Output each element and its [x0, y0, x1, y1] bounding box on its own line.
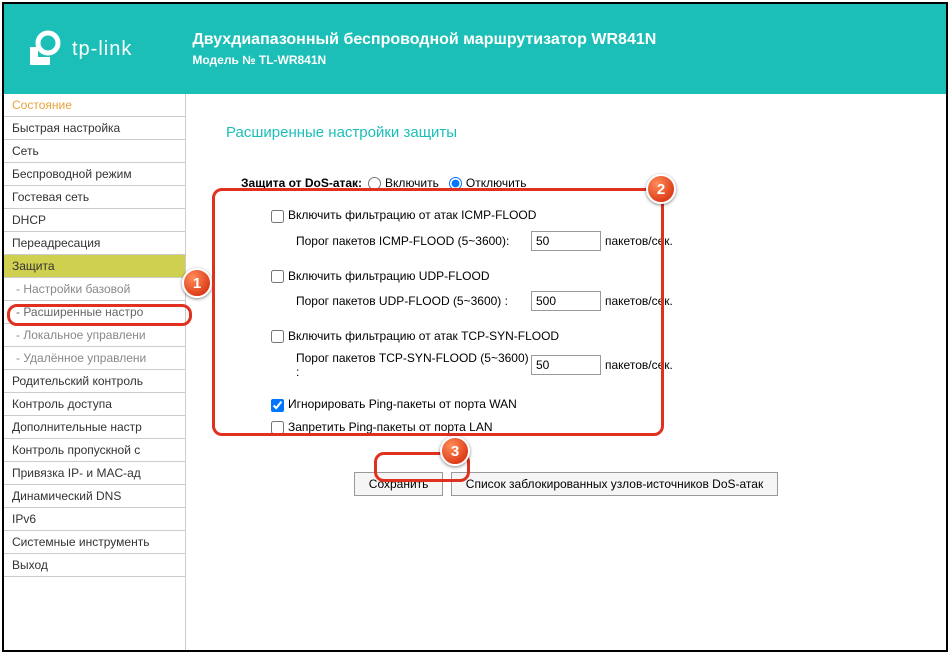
nav-item-19[interactable]: Системные инструменть — [4, 531, 185, 554]
nav-item-0[interactable]: Состояние — [4, 94, 185, 117]
lan-ping-checkbox[interactable] — [271, 421, 284, 434]
brand-text: tp-link — [72, 38, 132, 61]
page-title: Расширенные настройки защиты — [226, 124, 906, 141]
icmp-thresh-label: Порог пакетов ICMP-FLOOD (5~3600): — [296, 234, 531, 248]
udp-thresh-input[interactable] — [531, 291, 601, 311]
blocked-list-button[interactable]: Список заблокированных узлов-источников … — [451, 472, 778, 496]
tcp-thresh-label: Порог пакетов TCP-SYN-FLOOD (5~3600) : — [296, 351, 531, 379]
lan-ping-option[interactable]: Запретить Ping-пакеты от порта LAN — [271, 420, 493, 434]
model-number: Модель № TL-WR841N — [192, 53, 656, 67]
nav-item-15[interactable]: Контроль пропускной с — [4, 439, 185, 462]
nav-item-12[interactable]: Родительский контроль — [4, 370, 185, 393]
nav-item-11[interactable]: - Удалённое управлени — [4, 347, 185, 370]
nav-item-13[interactable]: Контроль доступа — [4, 393, 185, 416]
nav-item-7[interactable]: Защита — [4, 255, 185, 278]
save-button[interactable]: Сохранить — [354, 472, 444, 496]
header-info: Двухдиапазонный беспроводной маршрутизат… — [192, 31, 656, 67]
tcp-filter-option[interactable]: Включить фильтрацию от атак TCP-SYN-FLOO… — [271, 329, 559, 343]
product-title: Двухдиапазонный беспроводной маршрутизат… — [192, 31, 656, 49]
settings-block: Защита от DoS-атак: Включить Отключить В… — [226, 166, 906, 452]
nav-item-5[interactable]: DHCP — [4, 209, 185, 232]
nav-item-1[interactable]: Быстрая настройка — [4, 117, 185, 140]
tplink-logo-icon — [24, 29, 64, 69]
udp-thresh-label: Порог пакетов UDP-FLOOD (5~3600) : — [296, 294, 531, 308]
udp-filter-checkbox[interactable] — [271, 270, 284, 283]
nav-item-9[interactable]: - Расширенные настро — [4, 301, 185, 324]
nav-item-8[interactable]: - Настройки базовой — [4, 278, 185, 301]
nav-item-2[interactable]: Сеть — [4, 140, 185, 163]
udp-unit: пакетов/сек. — [605, 294, 673, 308]
icmp-unit: пакетов/сек. — [605, 234, 673, 248]
icmp-thresh-input[interactable] — [531, 231, 601, 251]
icmp-filter-option[interactable]: Включить фильтрацию от атак ICMP-FLOOD — [271, 208, 536, 222]
nav-item-14[interactable]: Дополнительные настр — [4, 416, 185, 439]
nav-item-6[interactable]: Переадресация — [4, 232, 185, 255]
header: tp-link Двухдиапазонный беспроводной мар… — [4, 4, 946, 94]
tcp-unit: пакетов/сек. — [605, 358, 673, 372]
sidebar: СостояниеБыстрая настройкаСетьБеспроводн… — [4, 94, 186, 650]
dos-disable-option[interactable]: Отключить — [449, 176, 527, 190]
tcp-thresh-input[interactable] — [531, 355, 601, 375]
nav-item-16[interactable]: Привязка IP- и MAC-ад — [4, 462, 185, 485]
nav-item-17[interactable]: Динамический DNS — [4, 485, 185, 508]
nav-item-4[interactable]: Гостевая сеть — [4, 186, 185, 209]
nav-item-18[interactable]: IPv6 — [4, 508, 185, 531]
logo: tp-link — [24, 29, 132, 69]
wan-ping-checkbox[interactable] — [271, 399, 284, 412]
udp-filter-option[interactable]: Включить фильтрацию UDP-FLOOD — [271, 269, 489, 283]
dos-disable-radio[interactable] — [449, 177, 462, 190]
dos-enable-radio[interactable] — [368, 177, 381, 190]
nav-item-20[interactable]: Выход — [4, 554, 185, 577]
buttons-row: Сохранить Список заблокированных узлов-и… — [226, 472, 906, 496]
nav-item-10[interactable]: - Локальное управлени — [4, 324, 185, 347]
icmp-filter-checkbox[interactable] — [271, 210, 284, 223]
tcp-filter-checkbox[interactable] — [271, 330, 284, 343]
dos-label: Защита от DoS-атак: — [241, 176, 362, 190]
wan-ping-option[interactable]: Игнорировать Ping-пакеты от порта WAN — [271, 397, 517, 411]
nav-item-3[interactable]: Беспроводной режим — [4, 163, 185, 186]
content: Расширенные настройки защиты Защита от D… — [186, 94, 946, 650]
dos-enable-option[interactable]: Включить — [368, 176, 439, 190]
